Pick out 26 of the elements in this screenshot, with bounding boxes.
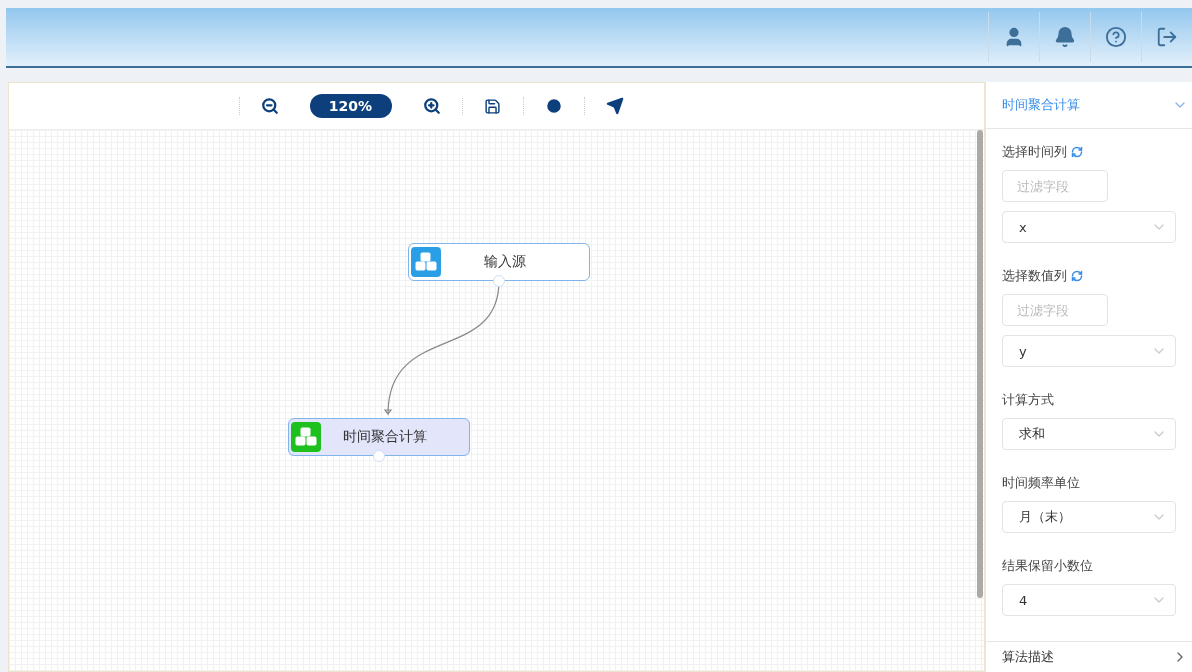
cubes-icon bbox=[295, 427, 317, 447]
cubes-icon bbox=[415, 252, 437, 272]
filter-field[interactable]: 过滤字段 bbox=[1002, 170, 1108, 202]
field-label: 时间频率单位 bbox=[1002, 474, 1080, 492]
node-label: 输入源 bbox=[483, 253, 527, 271]
select-field[interactable]: 4 bbox=[1002, 584, 1176, 616]
section-title: 算法描述 bbox=[1002, 648, 1054, 666]
select-field[interactable]: y bbox=[1002, 335, 1176, 367]
select-field[interactable]: 月（末） bbox=[1002, 501, 1176, 533]
flow-node[interactable]: 时间聚合计算 bbox=[288, 418, 470, 456]
section-header[interactable]: 算法描述 bbox=[986, 641, 1192, 672]
flow-node[interactable]: 输入源 bbox=[408, 243, 590, 281]
panel-title: 时间聚合计算 bbox=[1002, 96, 1080, 114]
field-label: 选择时间列 bbox=[1002, 143, 1067, 161]
scrollbar[interactable] bbox=[977, 130, 983, 598]
select-field[interactable]: x bbox=[1002, 211, 1176, 243]
refresh-icon[interactable] bbox=[1071, 270, 1083, 282]
field-label: 结果保留小数位 bbox=[1002, 557, 1093, 575]
filter-field[interactable]: 过滤字段 bbox=[1002, 294, 1108, 326]
field-label: 计算方式 bbox=[1002, 391, 1054, 409]
zoom-level: 120% bbox=[309, 94, 392, 118]
field-label: 选择数值列 bbox=[1002, 267, 1067, 285]
refresh-icon[interactable] bbox=[1071, 146, 1083, 158]
panel-header[interactable]: 时间聚合计算 bbox=[986, 82, 1192, 129]
select-field[interactable]: 求和 bbox=[1002, 418, 1176, 450]
node-label: 时间聚合计算 bbox=[342, 428, 428, 446]
